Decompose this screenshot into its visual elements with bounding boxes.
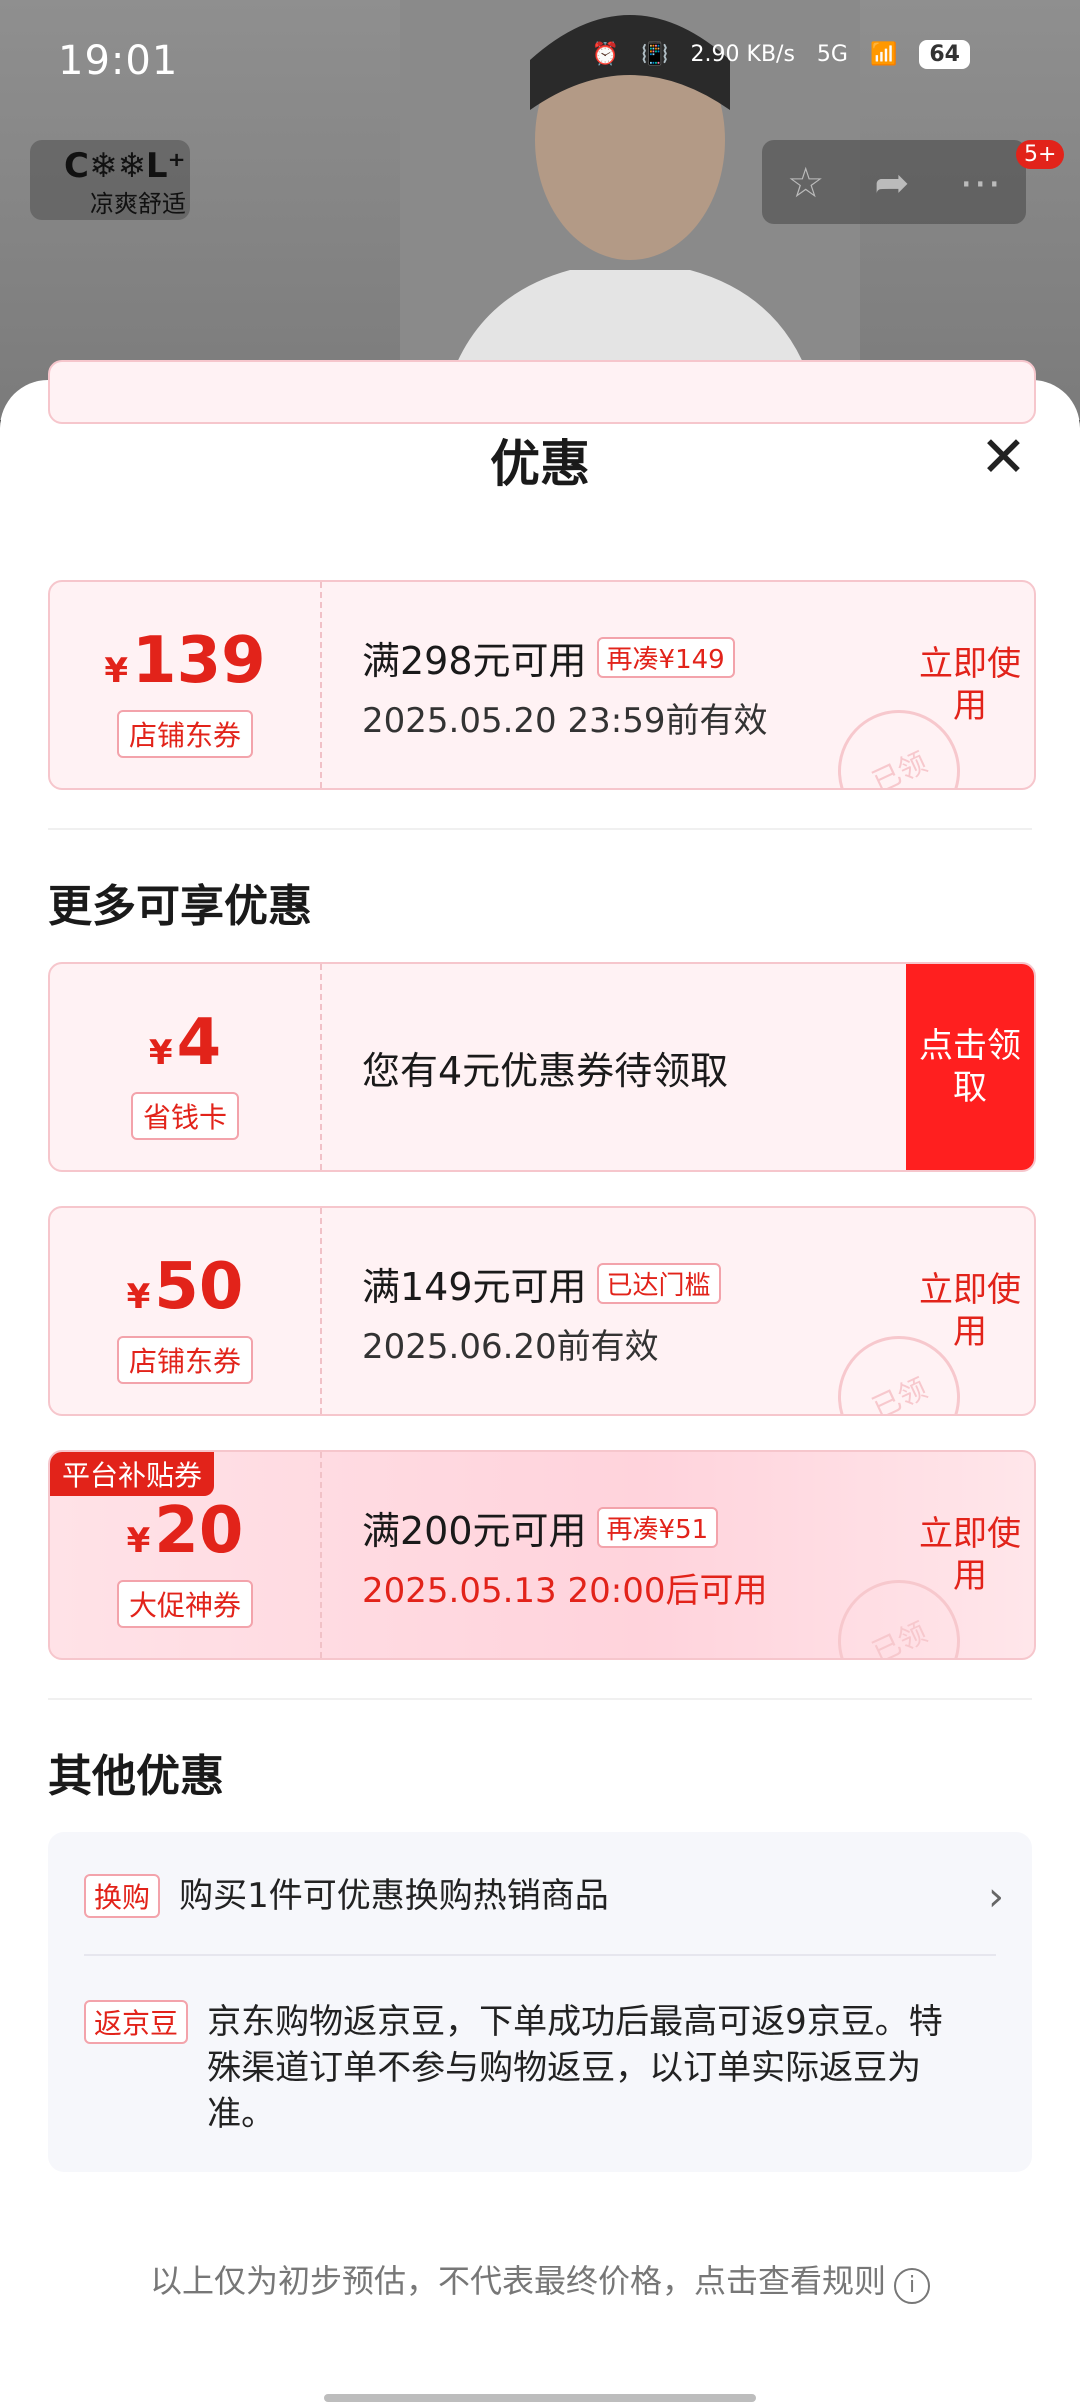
chevron-right-icon: › bbox=[988, 1874, 1004, 1920]
other-discounts-panel: 换购 购买1件可优惠换购热销商品 › 返京豆 京东购物返京豆，下单成功后最高可返… bbox=[48, 1832, 1032, 2172]
status-bar: 19:01 ⏰ 📳 2.90 KB/s 5G 📶 64 bbox=[0, 0, 1080, 120]
net-speed: 2.90 KB/s bbox=[690, 42, 795, 67]
discount-sheet: 优惠 ✕ ¥139 店铺东券 满298元可用 再凑¥149 2025.05.20 … bbox=[0, 360, 1080, 2408]
close-icon[interactable]: ✕ bbox=[980, 430, 1027, 486]
clock: 19:01 bbox=[58, 38, 179, 84]
more-discounts-title: 更多可享优惠 bbox=[48, 881, 312, 932]
jingdou-rebate-text: 京东购物返京豆，下单成功后最高可返9京豆。特殊渠道订单不参与购物返豆，以订单实际… bbox=[207, 2002, 943, 2134]
coupon-validity: 2025.06.20前有效 bbox=[362, 1327, 659, 1367]
coupon-tag: 已达门槛 bbox=[596, 1263, 721, 1304]
coupon-condition: 满200元可用 bbox=[362, 1509, 587, 1553]
coupon-amount: ¥50 bbox=[126, 1250, 244, 1324]
brand-tagline: 凉爽舒适 bbox=[90, 190, 186, 218]
use-now-button[interactable]: 立即使用 bbox=[906, 582, 1034, 788]
disclaimer-text: 以上仅为初步预估，不代表最终价格，点击查看规则 bbox=[149, 2262, 886, 2300]
coupon-amount: ¥20 bbox=[126, 1494, 244, 1568]
coupon-divider bbox=[320, 582, 324, 788]
coupon-card: ¥4 省钱卡 您有4元优惠券待领取 点击领取 bbox=[48, 962, 1036, 1172]
coupon-type-badge: 省钱卡 bbox=[130, 1092, 239, 1140]
coupon-validity: 2025.05.20 23:59前有效 bbox=[362, 701, 768, 741]
coupon-condition: 满298元可用 bbox=[362, 639, 587, 683]
coupon-tag: 再凑¥51 bbox=[596, 1507, 719, 1548]
coupon-card: ¥139 店铺东券 满298元可用 再凑¥149 2025.05.20 23:59… bbox=[48, 580, 1036, 790]
section-divider bbox=[48, 1698, 1032, 1700]
status-icons: ⏰ 📳 2.90 KB/s 5G 📶 64 bbox=[592, 40, 970, 69]
coupon-value-block: ¥139 店铺东券 bbox=[50, 582, 320, 788]
claim-coupon-button[interactable]: 点击领取 bbox=[906, 964, 1034, 1170]
alarm-icon: ⏰ bbox=[591, 42, 620, 67]
wifi-icon: 📶 bbox=[869, 42, 898, 67]
coupon-condition: 您有4元优惠券待领取 bbox=[362, 1049, 729, 1093]
use-now-button[interactable]: 立即使用 bbox=[906, 1208, 1034, 1414]
coupon-info: 满298元可用 再凑¥149 2025.05.20 23:59前有效 bbox=[362, 630, 922, 742]
star-icon[interactable]: ☆ bbox=[787, 158, 825, 207]
coupon-card-clipped bbox=[48, 360, 1036, 424]
estimate-disclaimer[interactable]: 以上仅为初步预估，不代表最终价格，点击查看规则 i bbox=[0, 2256, 1080, 2304]
sheet-title: 优惠 bbox=[490, 435, 590, 493]
exchange-offer-row[interactable]: 换购 购买1件可优惠换购热销商品 › bbox=[84, 1874, 1004, 1920]
coupon-divider bbox=[320, 964, 324, 1170]
exchange-tag: 换购 bbox=[84, 1874, 161, 1918]
jingdou-rebate-row: 返京豆 京东购物返京豆，下单成功后最高可返9京豆。特殊渠道订单不参与购物返豆，以… bbox=[84, 2000, 1004, 2138]
coupon-divider bbox=[320, 1208, 324, 1414]
other-discounts-title: 其他优惠 bbox=[48, 1751, 224, 1802]
section-divider bbox=[48, 828, 1032, 830]
jingdou-tag: 返京豆 bbox=[84, 2000, 189, 2044]
coupon-condition: 满149元可用 bbox=[362, 1265, 587, 1309]
coupon-card: 平台补贴券 ¥20 大促神券 满200元可用 再凑¥51 2025.05.13 2… bbox=[48, 1450, 1036, 1660]
more-icon[interactable]: ⋯ bbox=[959, 158, 1001, 207]
exchange-offer-text: 购买1件可优惠换购热销商品 bbox=[179, 1876, 609, 1916]
top-action-bar: ☆ ➦ ⋯ bbox=[762, 140, 1026, 224]
coupon-amount: ¥4 bbox=[148, 1006, 222, 1080]
use-now-button[interactable]: 立即使用 bbox=[906, 1452, 1034, 1658]
message-count-badge: 5+ bbox=[1016, 140, 1065, 169]
coupon-tag: 再凑¥149 bbox=[596, 637, 735, 678]
row-divider bbox=[84, 1954, 996, 1956]
info-icon[interactable]: i bbox=[894, 2268, 930, 2304]
brand-logo-text: C❄❄L⁺ bbox=[64, 146, 186, 186]
battery-indicator: 64 bbox=[919, 40, 970, 69]
coupon-validity: 2025.05.13 20:00后可用 bbox=[362, 1571, 768, 1611]
coupon-type-badge: 店铺东券 bbox=[116, 710, 253, 758]
coupon-divider bbox=[320, 1452, 324, 1658]
coupon-type-badge: 店铺东券 bbox=[116, 1336, 253, 1384]
coupon-type-badge: 大促神券 bbox=[116, 1580, 253, 1628]
coupon-amount: ¥139 bbox=[104, 624, 266, 698]
brand-logo[interactable]: C❄❄L⁺ 凉爽舒适 bbox=[30, 140, 190, 220]
home-indicator[interactable] bbox=[324, 2394, 756, 2402]
vibrate-icon: 📳 bbox=[641, 42, 669, 67]
signal-label: 5G bbox=[816, 42, 848, 67]
share-icon[interactable]: ➦ bbox=[874, 158, 909, 207]
coupon-card: ¥50 店铺东券 满149元可用 已达门槛 2025.06.20前有效 已领 立即… bbox=[48, 1206, 1036, 1416]
